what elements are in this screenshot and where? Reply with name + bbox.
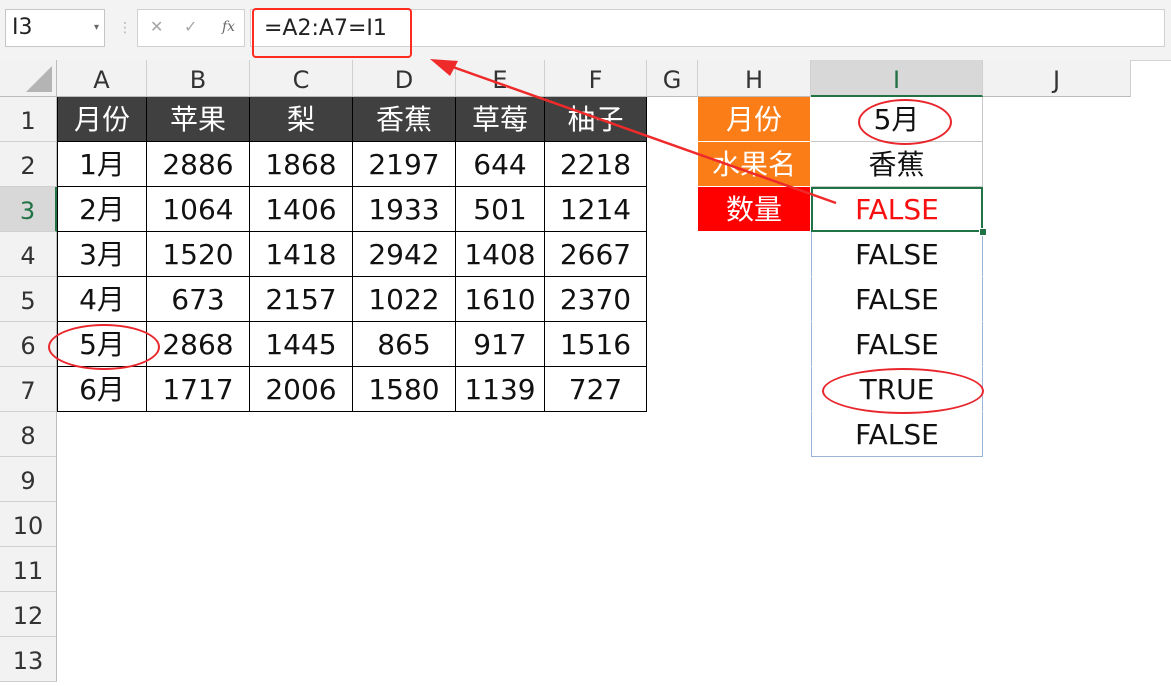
annotation-arrow: [430, 59, 837, 205]
arrow-line: [435, 59, 837, 205]
arrow-head: [430, 59, 458, 76]
